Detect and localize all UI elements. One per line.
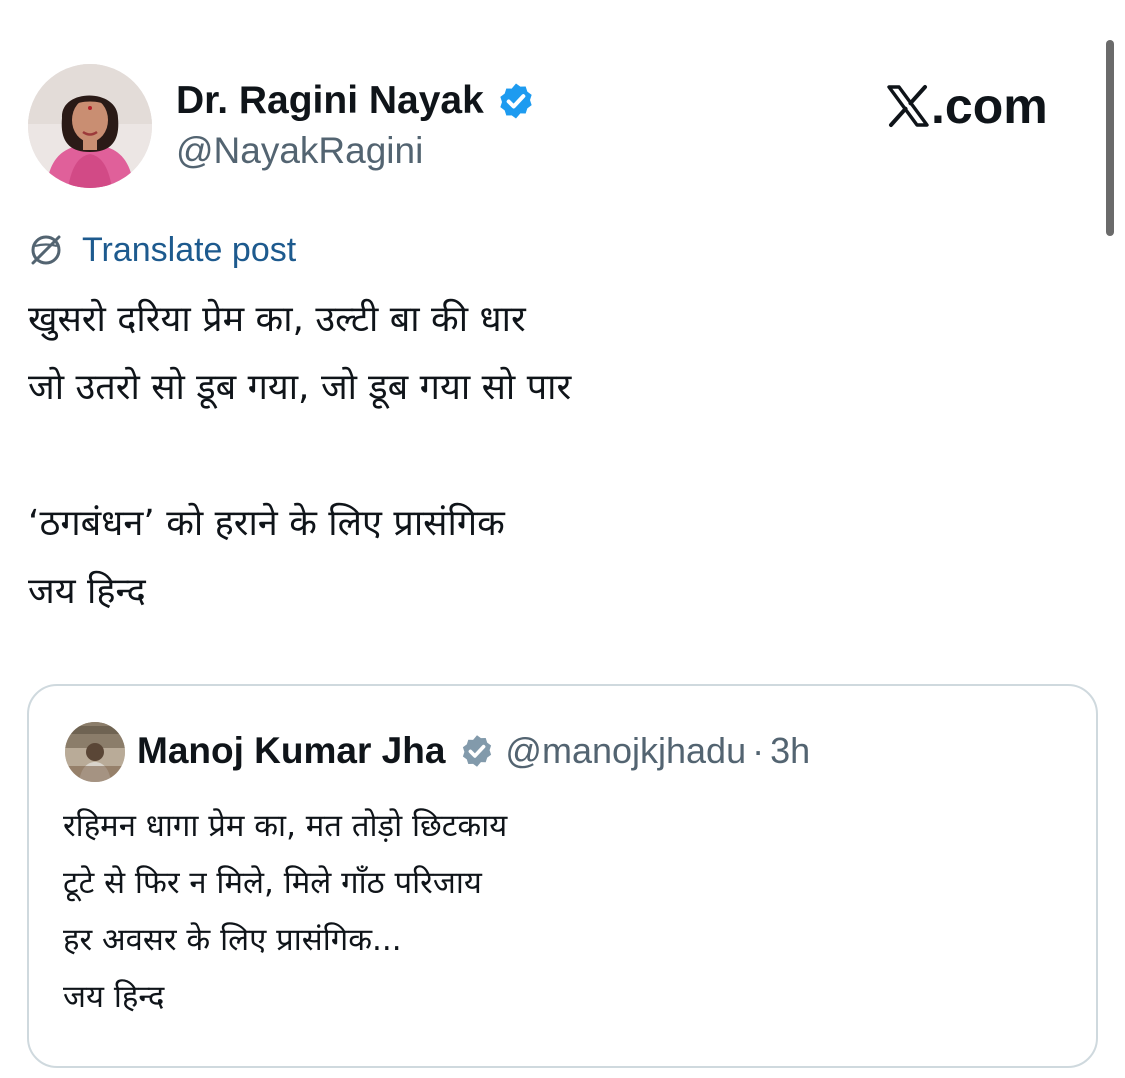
post-text-blank-line xyxy=(28,422,1088,490)
quoted-post-header: Manoj Kumar Jha @manojkjhadu · 3h xyxy=(137,726,810,776)
post-text-line: ‘ठगबंधन’ को हराने के लिए प्रासंगिक xyxy=(28,503,505,544)
verified-badge-icon xyxy=(500,83,532,119)
quoted-text-line: रहिमन धागा प्रेम का, मत तोड़ो छिटकाय xyxy=(63,808,508,844)
post-text-line: जय हिन्द xyxy=(28,571,146,612)
quoted-text-line: टूटे से फिर न मिले, मिले गाँठ परिजाय xyxy=(63,865,482,901)
author-avatar[interactable] xyxy=(28,64,152,188)
header-separator: · xyxy=(752,730,765,771)
author-handle[interactable]: @NayakRagini xyxy=(176,130,423,172)
quoted-post-card[interactable]: Manoj Kumar Jha @manojkjhadu · 3h रहिमन … xyxy=(27,684,1098,1068)
site-logo: .com xyxy=(886,78,1048,134)
post-text-line: खुसरो दरिया प्रेम का, उल्टी बा की धार xyxy=(28,299,526,340)
quoted-text-line: हर अवसर के लिए प्रासंगिक... xyxy=(63,922,402,958)
x-logo-icon xyxy=(887,85,929,127)
site-logo-text: .com xyxy=(931,78,1048,134)
quoted-author-name[interactable]: Manoj Kumar Jha xyxy=(137,730,445,772)
quoted-author-avatar[interactable] xyxy=(65,722,125,782)
translate-post-link[interactable]: Translate post xyxy=(26,228,296,272)
translate-post-label: Translate post xyxy=(82,230,297,269)
verified-badge-icon xyxy=(463,735,492,767)
author-display-name[interactable]: Dr. Ragini Nayak xyxy=(176,76,536,126)
post-text-line: जो उतरो सो डूब गया, जो डूब गया सो पार xyxy=(28,367,572,408)
post-text: खुसरो दरिया प्रेम का, उल्टी बा की धार जो… xyxy=(28,286,1088,626)
quoted-text-line: जय हिन्द xyxy=(63,979,165,1015)
translate-globe-icon xyxy=(31,235,61,265)
quoted-post-time[interactable]: 3h xyxy=(770,730,810,772)
quoted-author-handle[interactable]: @manojkjhadu xyxy=(505,730,746,772)
quoted-post-text: रहिमन धागा प्रेम का, मत तोड़ो छिटकाय टूट… xyxy=(63,798,507,1026)
author-name-text: Dr. Ragini Nayak xyxy=(176,79,484,122)
scrollbar[interactable] xyxy=(1106,40,1114,236)
